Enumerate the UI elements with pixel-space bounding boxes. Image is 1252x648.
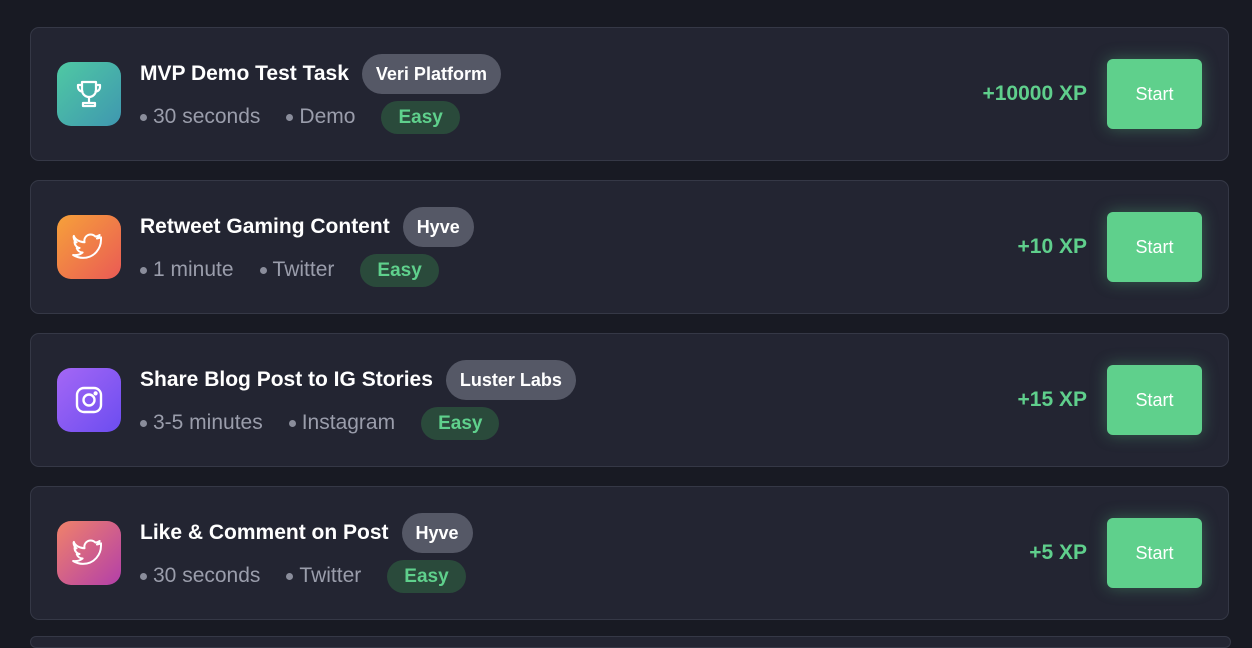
task-title: Share Blog Post to IG Stories <box>140 368 433 391</box>
task-card: Share Blog Post to IG Stories Luster Lab… <box>30 333 1229 467</box>
task-title: Retweet Gaming Content <box>140 215 390 238</box>
task-category: Twitter <box>259 258 335 282</box>
task-meta: 1 minute Twitter Easy <box>140 253 439 287</box>
start-button[interactable]: Start <box>1107 212 1202 282</box>
task-category-label: Instagram <box>301 411 396 434</box>
task-duration: 30 seconds <box>140 105 260 129</box>
task-card: Like & Comment on Post Hyve 30 seconds T… <box>30 486 1229 620</box>
task-category: Instagram <box>288 411 396 435</box>
task-duration: 3-5 minutes <box>140 411 263 435</box>
task-title: MVP Demo Test Task <box>140 62 349 85</box>
task-title-row: MVP Demo Test Task Veri Platform <box>140 54 501 94</box>
platform-tag: Veri Platform <box>361 54 501 94</box>
instagram-icon <box>57 368 121 432</box>
task-duration-label: 1 minute <box>153 258 234 281</box>
bullet-icon <box>140 572 147 580</box>
task-category-label: Demo <box>299 105 356 128</box>
task-card: MVP Demo Test Task Veri Platform 30 seco… <box>30 27 1229 161</box>
task-title-row: Retweet Gaming Content Hyve <box>140 207 474 247</box>
task-duration: 30 seconds <box>140 564 260 588</box>
bullet-icon <box>140 266 147 274</box>
next-task-card-edge <box>30 636 1231 648</box>
difficulty-badge: Easy <box>381 100 460 134</box>
task-category: Demo <box>286 105 355 129</box>
task-duration-label: 30 seconds <box>153 105 261 128</box>
task-duration-label: 30 seconds <box>153 564 261 587</box>
trophy-icon <box>57 62 121 126</box>
start-button[interactable]: Start <box>1107 518 1202 588</box>
task-card: Retweet Gaming Content Hyve 1 minute Twi… <box>30 180 1229 314</box>
platform-tag: Hyve <box>401 513 473 553</box>
task-reward: +10000 XP <box>982 82 1087 105</box>
difficulty-badge: Easy <box>360 253 439 287</box>
platform-tag: Luster Labs <box>445 360 576 400</box>
twitter-bird-icon <box>57 215 121 279</box>
bullet-icon <box>288 419 296 427</box>
task-category: Twitter <box>286 564 361 588</box>
bullet-icon <box>140 419 147 427</box>
start-button[interactable]: Start <box>1107 59 1202 129</box>
task-title-row: Share Blog Post to IG Stories Luster Lab… <box>140 360 576 400</box>
task-list: MVP Demo Test Task Veri Platform 30 seco… <box>30 27 1229 639</box>
task-category-label: Twitter <box>299 564 362 587</box>
bullet-icon <box>286 113 294 121</box>
task-meta: 30 seconds Twitter Easy <box>140 559 466 593</box>
difficulty-badge: Easy <box>421 406 500 440</box>
task-meta: 3-5 minutes Instagram Easy <box>140 406 500 440</box>
task-reward: +5 XP <box>1029 541 1087 564</box>
task-category-label: Twitter <box>272 258 335 281</box>
task-duration-label: 3-5 minutes <box>153 411 263 434</box>
task-title-row: Like & Comment on Post Hyve <box>140 513 473 553</box>
platform-tag: Hyve <box>402 207 474 247</box>
task-duration: 1 minute <box>140 258 234 282</box>
task-meta: 30 seconds Demo Easy <box>140 100 460 134</box>
difficulty-badge: Easy <box>387 559 466 593</box>
bullet-icon <box>259 266 267 274</box>
twitter-bird-icon <box>57 521 121 585</box>
bullet-icon <box>286 572 294 580</box>
task-reward: +15 XP <box>1017 388 1087 411</box>
task-title: Like & Comment on Post <box>140 521 389 544</box>
bullet-icon <box>140 113 147 121</box>
start-button[interactable]: Start <box>1107 365 1202 435</box>
task-reward: +10 XP <box>1017 235 1087 258</box>
